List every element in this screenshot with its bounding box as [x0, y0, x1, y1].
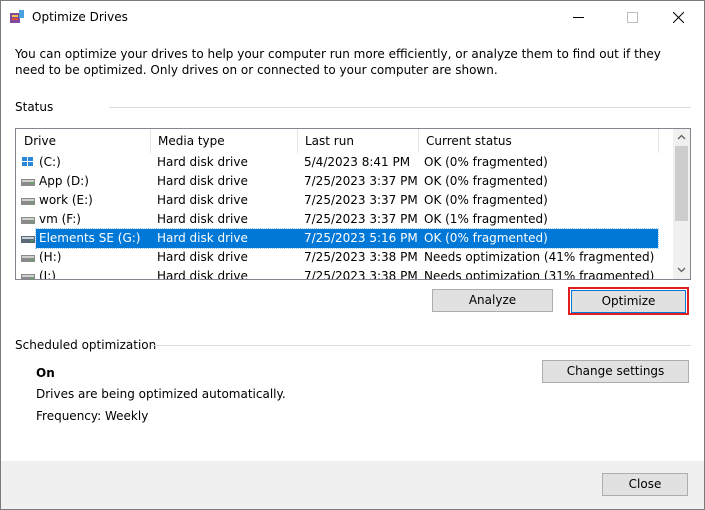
drive-media-type: Hard disk drive	[157, 269, 248, 280]
maximize-button[interactable]	[610, 1, 656, 33]
close-button[interactable]: Close	[602, 473, 688, 496]
column-header-current-status[interactable]: Current status	[418, 129, 658, 153]
maximize-icon	[627, 12, 638, 23]
hard-drive-icon	[21, 198, 35, 205]
drive-status: OK (1% fragmented)	[424, 212, 548, 226]
drive-name: Elements SE (G:)	[39, 231, 141, 245]
close-window-button[interactable]	[656, 1, 702, 33]
drive-row-selected[interactable]: Elements SE (G:) Hard disk drive 7/25/20…	[16, 228, 674, 249]
external-drive-icon	[21, 236, 35, 243]
drive-row[interactable]: work (E:) Hard disk drive 7/25/2023 3:37…	[16, 191, 674, 210]
drive-name: (H:)	[39, 250, 62, 264]
schedule-state: On	[36, 366, 55, 380]
schedule-frequency: Frequency: Weekly	[36, 409, 149, 423]
schedule-description: Drives are being optimized automatically…	[36, 387, 286, 401]
change-settings-button[interactable]: Change settings	[542, 360, 689, 383]
status-divider	[109, 107, 691, 108]
analyze-button[interactable]: Analyze	[432, 289, 553, 312]
scheduled-divider	[151, 345, 691, 346]
intro-text: You can optimize your drives to help you…	[15, 47, 661, 77]
scroll-down-arrow-icon[interactable]	[676, 264, 687, 275]
drive-media-type: Hard disk drive	[157, 212, 248, 226]
drive-last-run: 7/25/2023 5:16 PM	[304, 231, 418, 245]
scrollbar-thumb[interactable]	[675, 146, 688, 221]
drive-row[interactable]: vm (F:) Hard disk drive 7/25/2023 3:37 P…	[16, 210, 674, 229]
scheduled-optimization-label: Scheduled optimization	[15, 338, 157, 352]
scroll-up-arrow-icon[interactable]	[676, 132, 687, 143]
vertical-scrollbar[interactable]	[673, 129, 690, 279]
window-title: Optimize Drives	[32, 10, 128, 24]
drive-status: OK (0% fragmented)	[424, 231, 548, 245]
drive-row[interactable]: App (D:) Hard disk drive 7/25/2023 3:37 …	[16, 172, 674, 191]
minimize-button[interactable]	[556, 1, 602, 33]
close-icon	[673, 12, 684, 23]
column-separator[interactable]	[658, 129, 659, 153]
drive-media-type: Hard disk drive	[157, 231, 248, 245]
drive-media-type: Hard disk drive	[157, 174, 248, 188]
optimize-drives-app-icon	[10, 10, 24, 23]
status-section-label: Status	[15, 100, 54, 114]
drive-name: (C:)	[39, 155, 61, 169]
drive-row[interactable]: (H:) Hard disk drive 7/25/2023 3:38 PM N…	[16, 248, 674, 267]
optimize-highlight-box	[568, 287, 689, 315]
drive-name: vm (F:)	[39, 212, 81, 226]
drive-name: App (D:)	[39, 174, 89, 188]
optimize-drives-window: Optimize Drives You can optimize your dr…	[0, 0, 705, 510]
drive-last-run: 7/25/2023 3:38 PM	[304, 269, 418, 280]
drive-media-type: Hard disk drive	[157, 155, 248, 169]
drive-row[interactable]: (C:) Hard disk drive 5/4/2023 8:41 PM OK…	[16, 153, 674, 172]
hard-drive-icon	[21, 179, 35, 186]
drive-media-type: Hard disk drive	[157, 250, 248, 264]
minimize-icon	[573, 17, 584, 18]
drive-last-run: 7/25/2023 3:37 PM	[304, 193, 418, 207]
hard-drive-icon	[21, 217, 35, 224]
drive-name: (I:)	[39, 269, 56, 280]
drive-last-run: 5/4/2023 8:41 PM	[304, 155, 411, 169]
dialog-footer: Close	[1, 461, 704, 509]
drive-last-run: 7/25/2023 3:37 PM	[304, 174, 418, 188]
drive-row[interactable]: (I:) Hard disk drive 7/25/2023 3:38 PM N…	[16, 267, 674, 280]
drive-status: Needs optimization (31% fragmented)	[424, 269, 655, 280]
drive-name: work (E:)	[39, 193, 93, 207]
column-header-media-type[interactable]: Media type	[150, 129, 297, 153]
drive-last-run: 7/25/2023 3:37 PM	[304, 212, 418, 226]
drive-status: OK (0% fragmented)	[424, 155, 548, 169]
column-header-last-run[interactable]: Last run	[297, 129, 418, 153]
drive-list[interactable]: Drive Media type Last run Current status…	[15, 128, 691, 280]
windows-drive-icon	[22, 157, 33, 166]
title-bar[interactable]: Optimize Drives	[1, 1, 704, 33]
drive-media-type: Hard disk drive	[157, 193, 248, 207]
drive-status: Needs optimization (41% fragmented)	[424, 250, 655, 264]
drive-status: OK (0% fragmented)	[424, 193, 548, 207]
drive-last-run: 7/25/2023 3:38 PM	[304, 250, 418, 264]
hard-drive-icon	[21, 274, 35, 279]
hard-drive-icon	[21, 255, 35, 262]
drive-status: OK (0% fragmented)	[424, 174, 548, 188]
column-header-drive[interactable]: Drive	[16, 129, 150, 153]
